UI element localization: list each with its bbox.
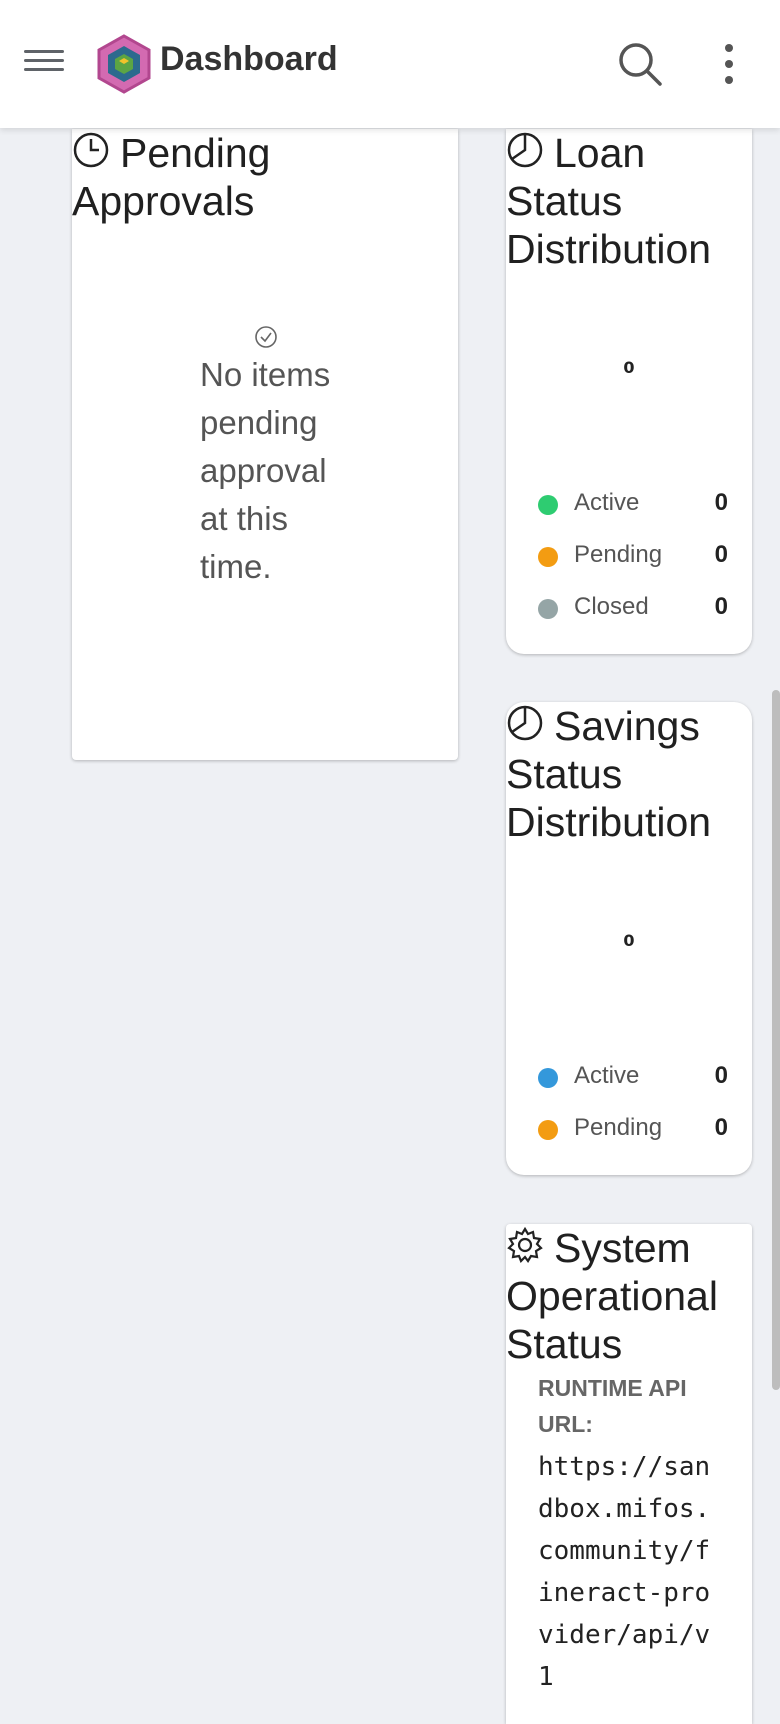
legend-dot: [538, 599, 558, 619]
legend-value: 0: [714, 1114, 728, 1141]
top-app-bar: Dashboard: [0, 0, 780, 128]
empty-state-message: No items pending approval at this time.: [200, 356, 331, 585]
runtime-api-url: https://sandbox.mifos.community/fineract…: [538, 1452, 711, 1692]
legend-value: 0: [714, 541, 728, 568]
page-title: Dashboard: [160, 40, 338, 78]
pie-chart-icon: [506, 131, 544, 169]
runtime-api-label: RUNTIME API URL:: [538, 1375, 687, 1437]
search-icon[interactable]: [616, 40, 664, 88]
legend-item-closed: Closed 0: [538, 591, 728, 627]
pending-approvals-card: Pending Approvals No items pending appro…: [72, 129, 458, 760]
legend-label: Active: [574, 1062, 640, 1089]
legend-item-active: Active 0: [538, 1060, 728, 1096]
hamburger-menu-icon[interactable]: [24, 44, 64, 84]
loan-total: 0: [623, 358, 635, 377]
legend-item-active: Active 0: [538, 487, 728, 523]
savings-status-card: Savings Status Distribution 0 Active 0 P…: [506, 702, 752, 1175]
card-title: Savings Status Distribution: [506, 702, 752, 846]
clock-icon: [72, 131, 110, 169]
legend-label: Pending: [574, 1114, 663, 1141]
check-circle-icon: [254, 325, 278, 349]
legend-label: Pending: [574, 541, 663, 568]
legend-dot: [538, 547, 558, 567]
more-vertical-icon[interactable]: [714, 40, 744, 88]
legend-item-pending: Pending 0: [538, 1112, 728, 1148]
legend-value: 0: [714, 593, 728, 620]
gear-icon: [506, 1226, 544, 1264]
card-title: Loan Status Distribution: [506, 129, 752, 273]
legend-dot: [538, 1120, 558, 1140]
legend-dot: [538, 495, 558, 515]
card-title: System Operational Status: [506, 1224, 752, 1368]
legend-dot: [538, 1068, 558, 1088]
legend-value: 0: [714, 489, 728, 516]
savings-total: 0: [623, 931, 635, 950]
legend-item-pending: Pending 0: [538, 539, 728, 575]
scrollbar-thumb[interactable]: [772, 690, 780, 1390]
app-logo: [96, 34, 152, 94]
pie-chart-icon: [506, 704, 544, 742]
legend-value: 0: [714, 1062, 728, 1089]
legend-label: Active: [574, 489, 640, 516]
system-status-card: System Operational Status RUNTIME API UR…: [506, 1224, 752, 1724]
legend-label: Closed: [574, 593, 649, 620]
loan-status-card: Loan Status Distribution 0 Active 0 Pend…: [506, 129, 752, 654]
card-title: Pending Approvals: [72, 129, 458, 225]
